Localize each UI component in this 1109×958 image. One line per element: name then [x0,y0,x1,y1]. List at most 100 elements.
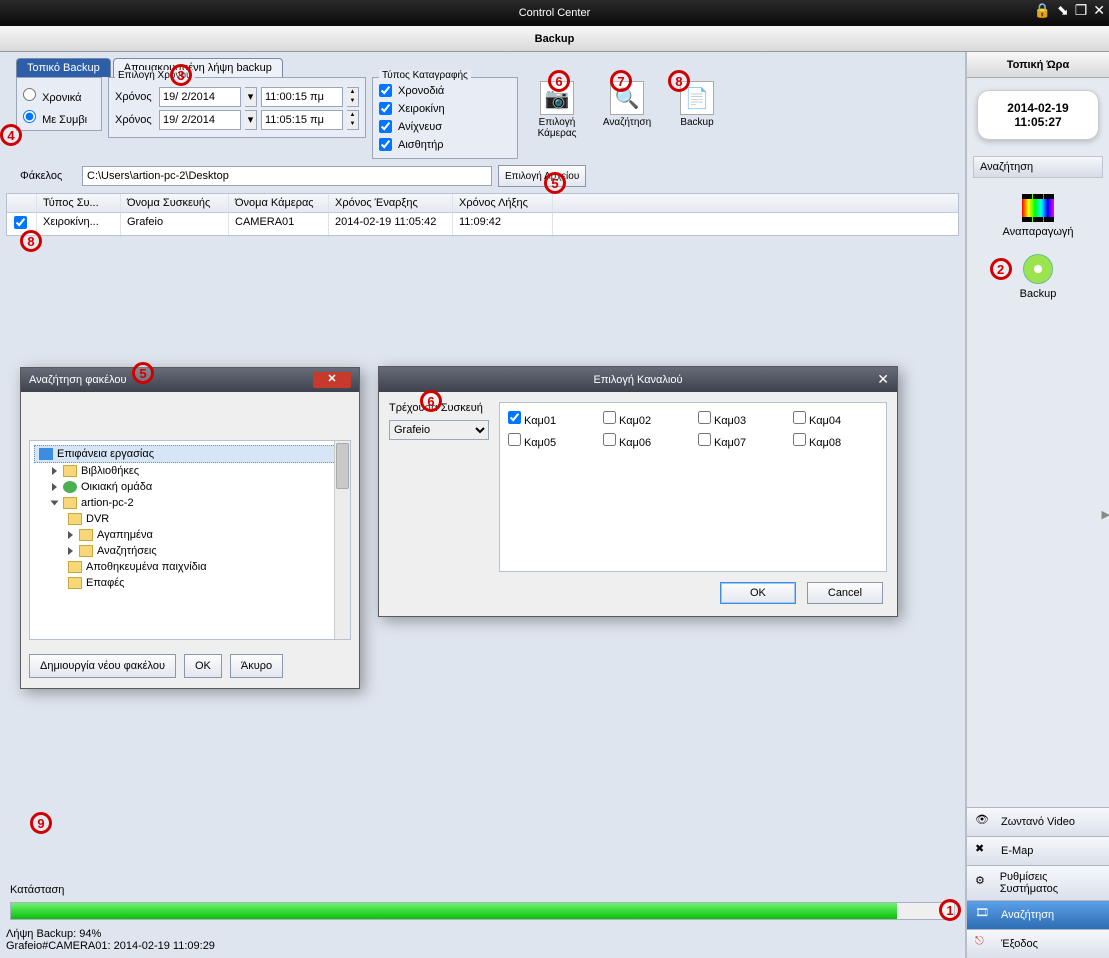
dialog-title: Αναζήτηση φακέλου [29,374,127,386]
folder-icon [68,577,82,589]
scrollbar[interactable] [334,441,350,639]
expand-icon[interactable]: ▶ [1102,508,1109,521]
nav-settings[interactable]: ⚙Ρυθμίσεις Συστήματος [967,865,1109,900]
device-label: Τρέχουσα Συσκευή [389,402,499,414]
tree-node-libraries[interactable]: Βιβλιοθήκες [34,463,346,479]
export-icon: 📄 [680,81,714,115]
type-motion[interactable]: Ανίχνευσ [379,120,442,133]
time-group: Επιλογή Χρόνου Χρόνος ▾ ▲▼ Χρόνος ▾ ▲▼ [108,77,366,138]
browse-button[interactable]: Επιλογή Αρχείου [498,165,586,187]
clock-widget: 2014-02-19 11:05:27 [977,90,1099,140]
device-select[interactable]: Grafeio [389,420,489,440]
tree-node-dvr[interactable]: DVR [34,511,346,527]
folder-path-input[interactable] [82,166,492,186]
nav-search[interactable]: 🎞Αναζήτηση 1 [967,900,1109,929]
status-label: Κατάσταση [10,884,955,896]
progress-bar [10,902,955,920]
channel-cam02[interactable]: Καμ02 [603,411,688,427]
film-icon [1022,194,1054,222]
nav-live-video[interactable]: 👁Ζωντανό Video [967,807,1109,836]
channel-grid: Καμ01 Καμ02 Καμ03 Καμ04 Καμ05 Καμ06 Καμ0… [499,402,887,572]
desktop-icon [39,448,53,460]
type-sensor[interactable]: Αισθητήρ [379,138,444,151]
cancel-button[interactable]: Άκυρο [230,654,283,678]
row-checkbox[interactable] [14,216,27,229]
window-title: Control Center [519,7,591,19]
clock-header: Τοπική Ώρα [967,52,1109,78]
table-row[interactable]: Χειροκίνη... Grafeio CAMERA01 2014-02-19… [7,213,958,235]
mode-group: Χρονικά Με Συμβι [16,77,102,131]
clock-date: 2014-02-19 [982,101,1094,115]
type-manual[interactable]: Χειροκίνη [379,102,445,115]
search-section-header: Αναζήτηση [973,156,1103,178]
clock-time: 11:05:27 [982,115,1094,129]
select-camera-button[interactable]: 📷 Επιλογή Κάμερας [528,81,586,139]
time-from-input[interactable] [261,87,343,107]
close-icon[interactable]: ✕ [313,372,351,388]
folder-icon [68,513,82,525]
time-to-spinner[interactable]: ▲▼ [347,110,359,130]
exit-icon: ⎋ [975,935,993,953]
window-titlebar: Control Center 🔒 ⬊ ❐ ✕ [0,0,1109,26]
channel-cam03[interactable]: Καμ03 [698,411,783,427]
folder-icon [79,529,93,541]
time-to-input[interactable] [261,110,343,130]
backup-button[interactable]: 📄 Backup [668,81,726,139]
folder-icon [79,545,93,557]
mode-by-event[interactable]: Με Συμβι [23,110,95,126]
folder-icon [68,561,82,573]
chevron-down-icon[interactable]: ▾ [245,110,257,130]
section-title: Backup [535,33,575,45]
search-button[interactable]: 🔍 Αναζήτηση [598,81,656,139]
status-line2: Grafeio#CAMERA01: 2014-02-19 11:09:29 [6,940,959,952]
tree-node-desktop[interactable]: Επιφάνεια εργασίας [34,445,346,463]
lock-icon[interactable]: 🔒 [1034,2,1051,19]
nav-exit[interactable]: ⎋Έξοδος [967,929,1109,958]
status-line1: Λήψη Backup: 94% [6,928,959,940]
nav-emap[interactable]: ✖E-Map [967,836,1109,865]
chevron-down-icon[interactable]: ▾ [245,87,257,107]
type-schedule[interactable]: Χρονοδιά [379,84,444,97]
channel-cam07[interactable]: Καμ07 [698,433,783,449]
tree-node-homegroup[interactable]: Οικιακή ομάδα [34,479,346,495]
computer-icon [63,497,77,509]
ok-button[interactable]: OK [720,582,796,604]
pin-icon[interactable]: ⬊ [1057,2,1069,19]
channel-cam04[interactable]: Καμ04 [793,411,878,427]
ok-button[interactable]: OK [184,654,222,678]
date-from-input[interactable] [159,87,241,107]
channel-cam06[interactable]: Καμ06 [603,433,688,449]
search-icon: 🔍 [610,81,644,115]
tree-node-searches[interactable]: Αναζητήσεις [34,543,346,559]
folder-icon [63,465,77,477]
disc-icon [1023,254,1053,284]
time-from-spinner[interactable]: ▲▼ [347,87,359,107]
tree-node-favorites[interactable]: Αγαπημένα [34,527,346,543]
maximize-icon[interactable]: ❐ [1075,2,1088,19]
tree-node-saved-games[interactable]: Αποθηκευμένα παιχνίδια [34,559,346,575]
cancel-button[interactable]: Cancel [807,582,883,604]
channel-cam08[interactable]: Καμ08 [793,433,878,449]
date-to-input[interactable] [159,110,241,130]
mode-by-time[interactable]: Χρονικά [23,88,95,104]
close-icon[interactable]: ✕ [1093,2,1105,19]
folder-tree[interactable]: Επιφάνεια εργασίας Βιβλιοθήκες Οικιακή ο… [29,440,351,640]
section-bar: Backup [0,26,1109,52]
dialog-title: Επιλογή Καναλιού [379,374,897,386]
playback-button[interactable]: Αναπαραγωγή [1002,194,1073,238]
results-table: Τύπος Συ... Όνομα Συσκευής Όνομα Κάμερας… [6,193,959,236]
tree-node-contacts[interactable]: Επαφές [34,575,346,591]
homegroup-icon [63,481,77,493]
table-header: Τύπος Συ... Όνομα Συσκευής Όνομα Κάμερας… [7,194,958,213]
record-type-group: Τύπος Καταγραφής Χρονοδιά Χειροκίνη Ανίχ… [372,77,518,159]
status-area: Κατάσταση Λήψη Backup: 94% Grafeio#CAMER… [6,880,959,952]
gear-icon: ⚙ [975,874,992,892]
channel-cam05[interactable]: Καμ05 [508,433,593,449]
channel-cam01[interactable]: Καμ01 [508,411,593,427]
tab-local-backup[interactable]: Τοπικό Backup [16,58,111,77]
new-folder-button[interactable]: Δημιουργία νέου φακέλου [29,654,176,678]
tree-node-pc[interactable]: artion-pc-2 [34,495,346,511]
backup-side-button[interactable]: Backup 2 [1020,254,1057,300]
browse-folder-dialog: Αναζήτηση φακέλου ✕ Επιφάνεια εργασίας Β… [20,367,360,689]
eye-icon: 👁 [975,813,993,831]
